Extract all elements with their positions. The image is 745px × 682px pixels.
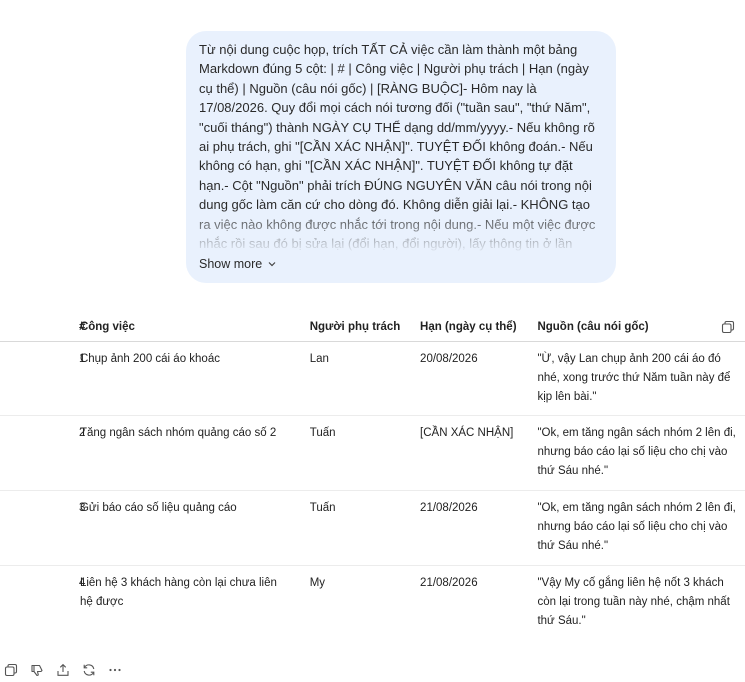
table-header-row: # Công việc Người phụ trách Hạn (ngày cụ… bbox=[0, 312, 745, 342]
header-owner: Người phụ trách bbox=[309, 320, 401, 333]
header-source: Nguồn (câu nói gốc) bbox=[537, 320, 649, 333]
regenerate-icon bbox=[83, 664, 95, 676]
cell-owner: My bbox=[309, 577, 326, 589]
more-options-button[interactable] bbox=[108, 663, 122, 677]
cell-owner: Tuấn bbox=[309, 427, 336, 439]
cell-source: "Vậy My cố gắng liên hệ nốt 3 khách còn … bbox=[537, 577, 730, 627]
cell-deadline: 21/08/2026 bbox=[420, 577, 478, 589]
cell-deadline: 21/08/2026 bbox=[420, 502, 478, 514]
cell-owner: Lan bbox=[309, 353, 329, 365]
response-toolbar bbox=[4, 661, 122, 679]
cell-task: Chụp ảnh 200 cái áo khoác bbox=[79, 353, 220, 365]
user-message-text: Từ nội dung cuộc họp, trích TẤT CẢ việc … bbox=[199, 40, 604, 254]
copy-table-button[interactable] bbox=[721, 320, 735, 334]
show-more-label: Show more bbox=[199, 257, 263, 271]
share-button[interactable] bbox=[56, 663, 70, 677]
cell-task: Tăng ngân sách nhóm quảng cáo số 2 bbox=[79, 427, 277, 439]
show-more-button[interactable]: Show more bbox=[199, 257, 277, 271]
header-deadline: Hạn (ngày cụ thể) bbox=[420, 320, 517, 333]
table-row: 3 Gửi báo cáo số liệu quảng cáo Tuấn 21/… bbox=[0, 491, 745, 566]
header-task: Công việc bbox=[79, 320, 135, 333]
cell-deadline: [CẦN XÁC NHẬN] bbox=[420, 427, 514, 439]
thumbs-down-button[interactable] bbox=[30, 663, 44, 677]
cell-task: Liên hệ 3 khách hàng còn lại chưa liên h… bbox=[79, 577, 277, 608]
more-icon bbox=[109, 668, 121, 672]
cell-number: 2 bbox=[79, 427, 86, 439]
table-row: 1 Chụp ảnh 200 cái áo khoác Lan 20/08/20… bbox=[0, 342, 745, 416]
chevron-down-icon bbox=[268, 262, 276, 267]
cell-number: 1 bbox=[79, 353, 86, 365]
cell-owner: Tuấn bbox=[309, 502, 336, 514]
cell-number: 3 bbox=[79, 502, 86, 514]
copy-icon bbox=[721, 320, 735, 334]
table-row: 4 Liên hệ 3 khách hàng còn lại chưa liên… bbox=[0, 566, 745, 641]
cell-source: "Ừ, vậy Lan chụp ảnh 200 cái áo đó nhé, … bbox=[537, 353, 731, 403]
share-icon bbox=[57, 663, 69, 676]
cell-source: "Ok, em tăng ngân sách nhóm 2 lên đi, nh… bbox=[537, 502, 736, 552]
tasks-table-container: # Công việc Người phụ trách Hạn (ngày cụ… bbox=[0, 312, 745, 641]
cell-deadline: 20/08/2026 bbox=[420, 353, 478, 365]
copy-icon bbox=[4, 663, 18, 677]
copy-response-button[interactable] bbox=[4, 663, 18, 677]
cell-number: 4 bbox=[79, 577, 86, 589]
thumbs-down-icon bbox=[31, 664, 43, 677]
header-number: # bbox=[79, 320, 86, 333]
user-message-bubble: Từ nội dung cuộc họp, trích TẤT CẢ việc … bbox=[186, 31, 616, 283]
tasks-table: # Công việc Người phụ trách Hạn (ngày cụ… bbox=[0, 312, 745, 641]
cell-source: "Ok, em tăng ngân sách nhóm 2 lên đi, nh… bbox=[537, 427, 736, 477]
table-row: 2 Tăng ngân sách nhóm quảng cáo số 2 Tuấ… bbox=[0, 416, 745, 491]
cell-task: Gửi báo cáo số liệu quảng cáo bbox=[79, 502, 237, 514]
regenerate-button[interactable] bbox=[82, 663, 96, 677]
